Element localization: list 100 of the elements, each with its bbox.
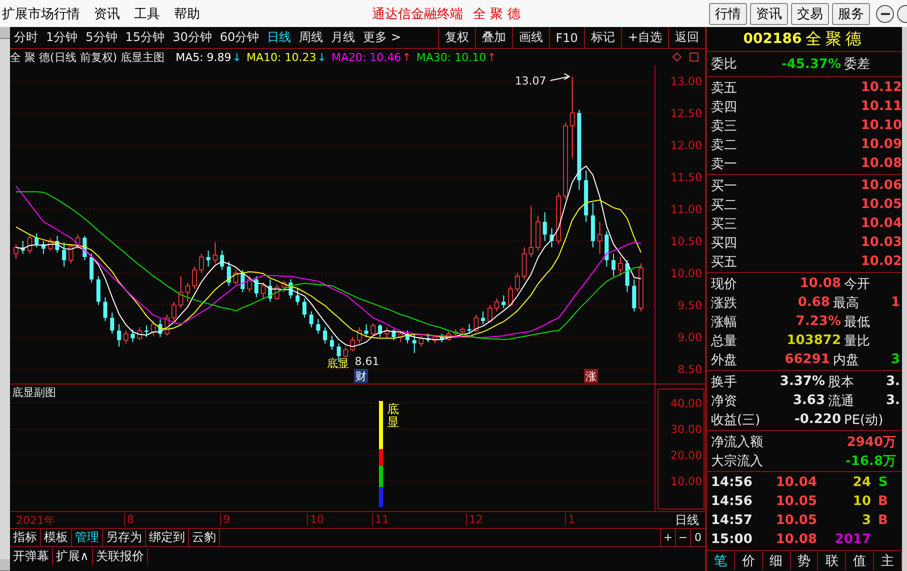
field-value: 1	[890, 295, 901, 310]
period-tab[interactable]: 月线	[327, 29, 360, 46]
candlestick	[542, 212, 547, 242]
field-value: -16.8万	[846, 452, 897, 470]
candlestick	[309, 310, 314, 328]
field-label: 内盘	[832, 352, 860, 368]
indicator-tab[interactable]: 指标	[10, 529, 41, 546]
order-price: 10.04	[860, 216, 902, 231]
menu-item[interactable]: 工具	[132, 4, 172, 22]
menu-item[interactable]: 帮助	[172, 4, 212, 22]
field-label: 流通	[828, 392, 856, 410]
stock-name: 全聚德	[806, 28, 866, 50]
order-price: 10.05	[860, 197, 902, 212]
panel-tab[interactable]: 值	[846, 552, 874, 570]
period-tab[interactable]: 15分钟	[121, 29, 169, 46]
top-button[interactable]: 交易	[791, 2, 829, 24]
order-price: 10.06	[860, 178, 902, 193]
candlestick	[206, 250, 210, 268]
candlestick	[123, 330, 128, 344]
panel-tab[interactable]: 价	[734, 552, 763, 570]
axis-tick-label: 12.50	[670, 107, 702, 120]
trend-arrow: ↑	[402, 50, 412, 64]
candlestick	[597, 221, 602, 254]
period-tab[interactable]: 5分钟	[82, 29, 122, 46]
candlestick	[296, 288, 300, 306]
signal-label: 底显	[387, 403, 399, 430]
event-badge[interactable]: 涨	[584, 369, 598, 383]
menu-item[interactable]: 资讯	[92, 4, 132, 22]
trade-price: 10.05	[774, 513, 817, 528]
low-price-label: 8.61	[354, 355, 380, 368]
order-price: 10.09	[860, 137, 902, 152]
panel-tab[interactable]: 势	[790, 552, 818, 570]
candlestick	[260, 282, 266, 300]
candlestick	[625, 260, 630, 293]
period-tab[interactable]: 日线	[263, 29, 296, 46]
indicator-tab[interactable]: 绑定到	[146, 529, 189, 546]
leader-line	[550, 73, 570, 82]
minimize-icon[interactable]	[876, 4, 894, 22]
period-label: 日线	[675, 512, 699, 529]
candlestick	[90, 253, 94, 284]
top-button[interactable]: 行情	[709, 2, 747, 24]
signal-label: 底显	[326, 357, 349, 370]
candlestick	[117, 324, 122, 348]
trade-price: 10.08	[774, 532, 817, 547]
panel-tab[interactable]: 细	[762, 552, 791, 570]
candlestick	[522, 246, 527, 280]
event-badge[interactable]: 财	[354, 369, 368, 383]
restore-icon[interactable]	[897, 4, 907, 22]
stock-code: 002186	[743, 31, 802, 47]
candlestick	[570, 76, 575, 158]
toggle-button[interactable]: 扩展∧	[53, 548, 93, 564]
field-label: 大宗流入	[710, 452, 763, 470]
period-tab[interactable]: 60分钟	[216, 29, 264, 46]
field-label: 涨幅	[710, 314, 738, 330]
axis-tick-label: 9.00	[678, 331, 702, 344]
axis-tick-label: 20.00	[670, 449, 702, 462]
candlestick	[212, 242, 218, 264]
indicator-tab[interactable]: 模板	[41, 529, 72, 546]
order-price: 10.02	[860, 254, 902, 269]
field-label: 今开	[844, 276, 871, 292]
order-label: 卖二	[710, 136, 738, 154]
trend-arrow: ↑	[487, 50, 496, 64]
candlestick	[316, 318, 320, 334]
order-label: 买三	[710, 216, 738, 232]
order-label: 买五	[710, 254, 738, 270]
trade-time: 14:56	[710, 475, 754, 490]
candlestick	[172, 301, 176, 322]
candlestick	[192, 266, 197, 290]
order-label: 买一	[710, 178, 738, 194]
field-label: 现价	[710, 276, 738, 292]
period-tab[interactable]: 30分钟	[168, 29, 216, 46]
period-tab[interactable]: 分时	[10, 29, 42, 46]
field-label: 换手	[710, 374, 738, 390]
period-tab[interactable]: 更多 >	[359, 29, 405, 46]
app-title: 通达信金融终端	[372, 6, 463, 22]
panel-tab[interactable]: 联	[818, 552, 846, 570]
candlestick	[130, 328, 135, 343]
top-button[interactable]: 资讯	[750, 2, 788, 24]
indicator-tab[interactable]: 管理	[72, 529, 103, 546]
menu-item[interactable]: 扩展市场行情	[0, 4, 92, 22]
candlestick	[14, 244, 18, 260]
candlestick	[103, 296, 108, 322]
square-icon[interactable]	[689, 52, 699, 62]
order-price: 10.11	[860, 99, 902, 114]
candlestick	[481, 310, 486, 325]
panel-tab[interactable]: 笔	[707, 552, 735, 570]
period-tab[interactable]: 1分钟	[42, 29, 82, 46]
trade-volume: 10	[852, 494, 871, 509]
candlestick	[618, 256, 623, 277]
field-value: -45.37%	[780, 56, 841, 72]
order-label: 买四	[710, 234, 738, 252]
candlestick	[96, 276, 100, 306]
top-button[interactable]: 服务	[832, 2, 870, 24]
axis-date-label: 12	[466, 513, 483, 526]
toggle-button[interactable]: 开弹幕	[10, 548, 53, 564]
field-label: PE(动)	[844, 412, 884, 428]
candlestick	[378, 324, 382, 338]
legend-label: MA20: 10.46	[331, 50, 402, 64]
diamond-icon[interactable]	[672, 52, 682, 62]
period-tab[interactable]: 周线	[295, 29, 328, 46]
